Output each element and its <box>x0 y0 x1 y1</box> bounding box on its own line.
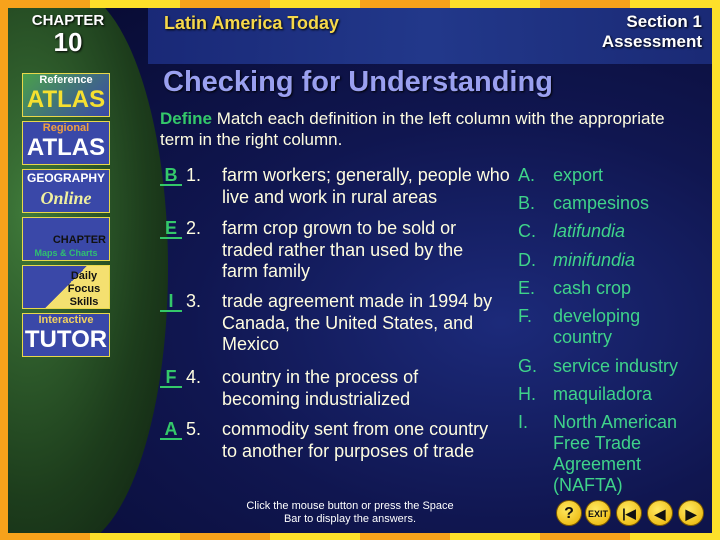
letter: G. <box>518 356 538 376</box>
answer: F <box>160 367 182 388</box>
term: developing country <box>553 306 641 347</box>
answer: B <box>160 165 182 186</box>
term: latifundia <box>553 221 626 241</box>
daily-focus-skills-button[interactable]: Daily Focus Skills <box>22 265 110 309</box>
page-title: Checking for Understanding <box>163 66 553 98</box>
interactive-tutor-button[interactable]: Interactive TUTOR <box>22 313 110 357</box>
term: minifundia <box>553 250 636 270</box>
label: Daily Focus Skills <box>67 270 101 308</box>
term: service industry <box>553 356 679 376</box>
number: 4. <box>186 367 202 387</box>
definition: farm crop grown to be sold or traded rat… <box>222 218 464 281</box>
term: maquiladora <box>553 384 653 404</box>
letter: F. <box>518 306 533 326</box>
chapter-number: 10 <box>53 27 83 57</box>
letter: C. <box>518 221 536 241</box>
instruction-text: Match each definition in the left column… <box>160 109 665 149</box>
help-button[interactable]: ? <box>556 500 582 526</box>
letter: I. <box>518 412 529 432</box>
letter: B. <box>518 193 536 213</box>
label: Online <box>40 188 92 208</box>
instruction-label: Define <box>160 109 212 128</box>
letter: A. <box>518 165 536 185</box>
label: ATLAS <box>26 134 106 161</box>
arrow-right-icon: ▶ <box>685 506 697 522</box>
label: TUTOR <box>24 326 108 353</box>
letter: H. <box>518 384 536 404</box>
footer-hint: Click the mouse button or press the Spac… <box>246 500 454 525</box>
label: Maps & Charts <box>34 248 98 258</box>
answer: I <box>160 291 182 312</box>
number: 5. <box>186 419 202 439</box>
definition: farm workers; generally, people who live… <box>222 165 510 207</box>
letter: E. <box>518 278 536 298</box>
arrow-left-icon: ◀ <box>654 506 666 522</box>
label: GEOGRAPHY <box>26 171 105 185</box>
exit-button[interactable]: EXIT <box>585 500 611 526</box>
regional-atlas-button[interactable]: Regional ATLAS <box>22 121 110 165</box>
section-number: Section 1 <box>626 12 702 31</box>
previous-button[interactable]: ◀ <box>647 500 673 526</box>
number: 3. <box>186 291 202 311</box>
section-subtitle: Assessment <box>601 32 702 51</box>
section-label: Section 1 Assessment <box>602 12 702 52</box>
chapter-badge: CHAPTER 10 <box>28 12 108 55</box>
instructions: Define Match each definition in the left… <box>160 108 680 150</box>
chapter-maps-charts-button[interactable]: CHAPTER Maps & Charts <box>22 217 110 261</box>
answer: A <box>160 419 182 440</box>
skip-back-icon: |◀ <box>622 506 636 521</box>
definition: country in the process of becoming indus… <box>222 367 419 409</box>
letter: D. <box>518 250 536 270</box>
number: 2. <box>186 218 202 238</box>
first-slide-button[interactable]: |◀ <box>616 500 642 526</box>
term: cash crop <box>553 278 632 298</box>
label: CHAPTER <box>52 234 106 246</box>
term: campesinos <box>553 193 650 213</box>
next-button[interactable]: ▶ <box>678 500 704 526</box>
reference-atlas-button[interactable]: Reference ATLAS <box>22 73 110 117</box>
header-title: Latin America Today <box>164 13 340 33</box>
term: export <box>553 165 604 185</box>
answer: E <box>160 218 182 239</box>
term: North American Free Trade Agreement (NAF… <box>553 412 678 495</box>
definition: commodity sent from one country to anoth… <box>222 419 489 461</box>
label: ATLAS <box>26 86 106 113</box>
number: 1. <box>186 165 202 185</box>
definition: trade agreement made in 1994 by Canada, … <box>222 291 493 354</box>
geography-online-button[interactable]: GEOGRAPHY Online <box>22 169 110 213</box>
